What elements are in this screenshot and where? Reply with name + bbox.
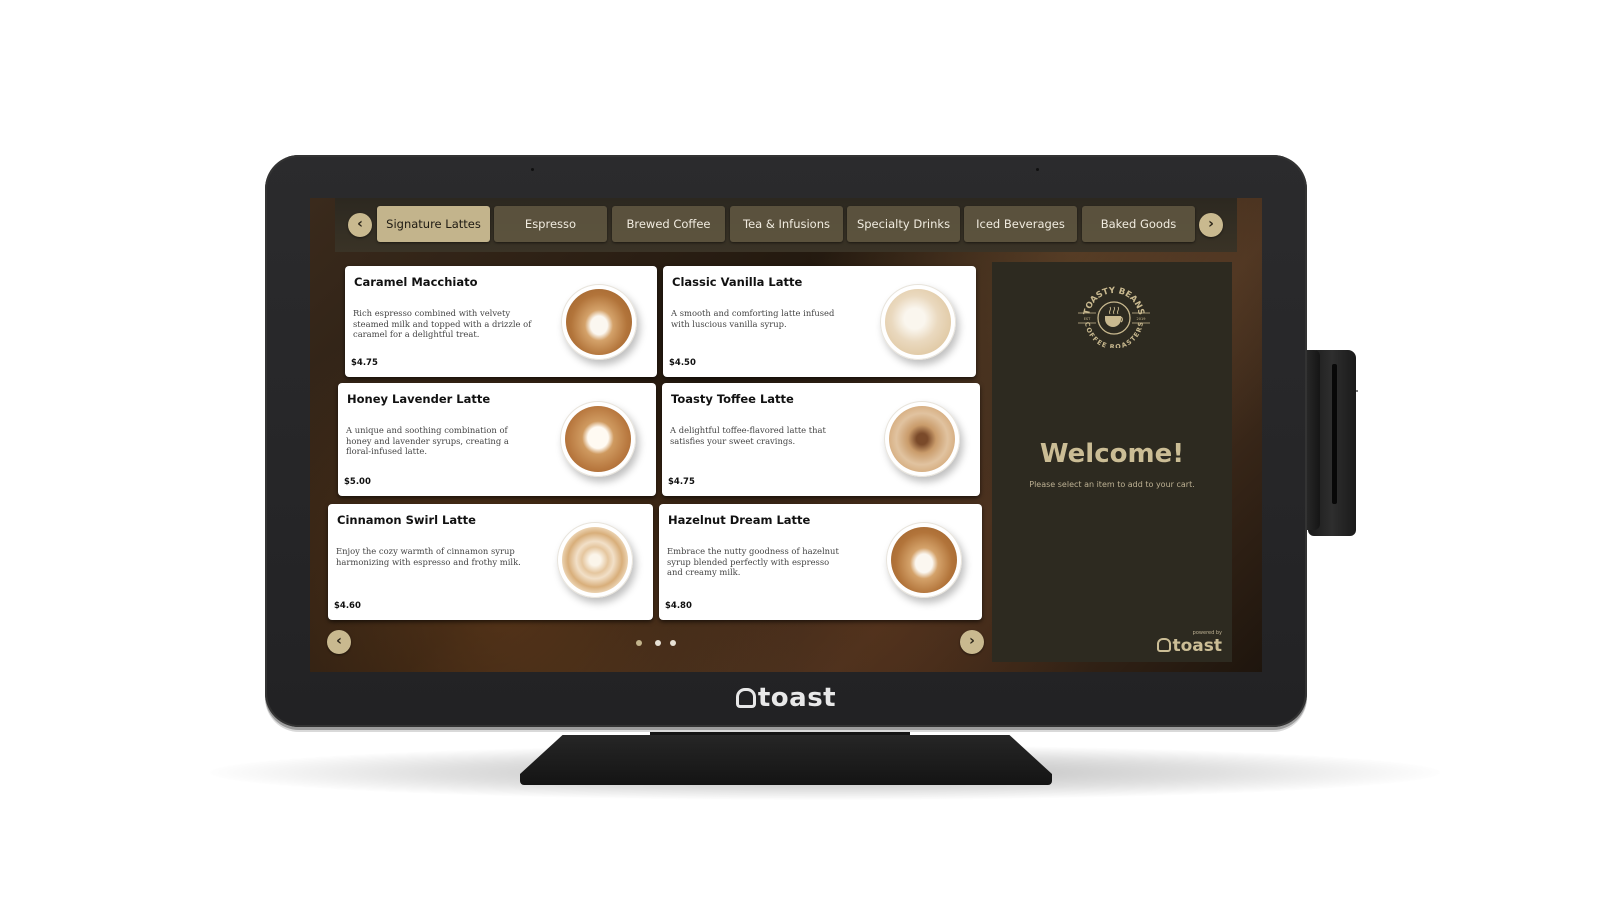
item-description: Rich espresso combined with velvety stea… — [353, 308, 532, 340]
stand-base — [520, 735, 1052, 785]
menu-item-card[interactable]: Cinnamon Swirl Latte Enjoy the cozy warm… — [328, 504, 653, 620]
logo-est-tag: EST — [1084, 317, 1091, 321]
card-reader-led — [1356, 390, 1358, 392]
item-name: Hazelnut Dream Latte — [668, 513, 811, 527]
sensor-dot — [1036, 168, 1039, 171]
bezel-brand: toast — [265, 683, 1307, 713]
tab-espresso[interactable]: Espresso — [494, 206, 607, 242]
tab-iced-beverages[interactable]: Iced Beverages — [964, 206, 1077, 242]
category-prev-button[interactable]: ‹ — [348, 213, 372, 237]
vanilla-latte-image — [880, 284, 956, 360]
menu-item-card[interactable]: Classic Vanilla Latte A smooth and comfo… — [663, 266, 976, 377]
page-prev-button[interactable]: ‹ — [327, 630, 351, 654]
page-dot-1[interactable] — [636, 640, 642, 646]
tab-baked-goods[interactable]: Baked Goods — [1082, 206, 1195, 242]
item-description: A smooth and comforting latte infused wi… — [671, 308, 835, 329]
toast-logo-icon — [1157, 638, 1172, 652]
item-price: $5.00 — [344, 477, 371, 487]
welcome-title: Welcome! — [1039, 439, 1185, 469]
menu-item-card[interactable]: Toasty Toffee Latte A delightful toffee-… — [662, 383, 980, 496]
item-price: $4.75 — [351, 358, 378, 368]
latte-swirl-image — [557, 522, 633, 598]
tab-signature-lattes[interactable]: Signature Lattes — [377, 206, 490, 242]
item-description: A unique and soothing combination of hon… — [346, 425, 509, 457]
tab-brewed-coffee[interactable]: Brewed Coffee — [612, 206, 725, 242]
menu-item-card[interactable]: Caramel Macchiato Rich espresso combined… — [345, 266, 657, 377]
item-price: $4.75 — [668, 477, 695, 487]
page-dot-2[interactable] — [655, 640, 661, 646]
item-name: Cinnamon Swirl Latte — [337, 513, 476, 527]
menu-item-card[interactable]: Hazelnut Dream Latte Embrace the nutty g… — [659, 504, 982, 620]
category-next-button[interactable]: › — [1199, 213, 1223, 237]
kiosk-screen: ‹ Signature Lattes Espresso Brewed Coffe… — [310, 198, 1262, 672]
page-dot-3[interactable] — [670, 640, 676, 646]
menu-item-card[interactable]: Honey Lavender Latte A unique and soothi… — [338, 383, 656, 496]
item-name: Toasty Toffee Latte — [671, 392, 794, 406]
powered-by-brand-text: toast — [1172, 636, 1222, 656]
latte-cocoa-dusted-image — [884, 401, 960, 477]
item-description: Embrace the nutty goodness of hazelnut s… — [667, 546, 839, 578]
latte-art-heart-image — [560, 401, 636, 477]
item-name: Honey Lavender Latte — [347, 392, 491, 406]
cart-panel: TOASTY BEANS COFFEE ROASTERS EST 2019 We… — [992, 262, 1232, 662]
card-slot — [1332, 364, 1337, 504]
latte-art-rosetta-image — [886, 522, 962, 598]
tab-tea-infusions[interactable]: Tea & Infusions — [730, 206, 843, 242]
sensor-dot — [531, 168, 534, 171]
logo-year-tag: 2019 — [1137, 317, 1146, 321]
tab-specialty-drinks[interactable]: Specialty Drinks — [847, 206, 960, 242]
powered-by-brand: toast — [1157, 636, 1222, 656]
chevron-left-icon: ‹ — [357, 216, 363, 232]
item-name: Classic Vanilla Latte — [672, 275, 803, 289]
item-price: $4.80 — [665, 601, 692, 611]
bezel-brand-text: toast — [757, 683, 837, 713]
item-price: $4.60 — [334, 601, 361, 611]
item-description: A delightful toffee-flavored latte that … — [670, 425, 826, 446]
item-name: Caramel Macchiato — [354, 275, 478, 289]
toasty-beans-logo: TOASTY BEANS COFFEE ROASTERS EST 2019 — [1078, 286, 1150, 348]
item-price: $4.50 — [669, 358, 696, 368]
latte-art-rosetta-image — [561, 284, 637, 360]
welcome-subtitle: Please select an item to add to your car… — [1029, 480, 1195, 489]
chevron-left-icon: ‹ — [336, 633, 342, 649]
item-description: Enjoy the cozy warmth of cinnamon syrup … — [336, 546, 521, 567]
chevron-right-icon: › — [969, 633, 975, 649]
page-next-button[interactable]: › — [960, 630, 984, 654]
chevron-right-icon: › — [1208, 216, 1214, 232]
toast-logo-icon — [735, 688, 756, 708]
